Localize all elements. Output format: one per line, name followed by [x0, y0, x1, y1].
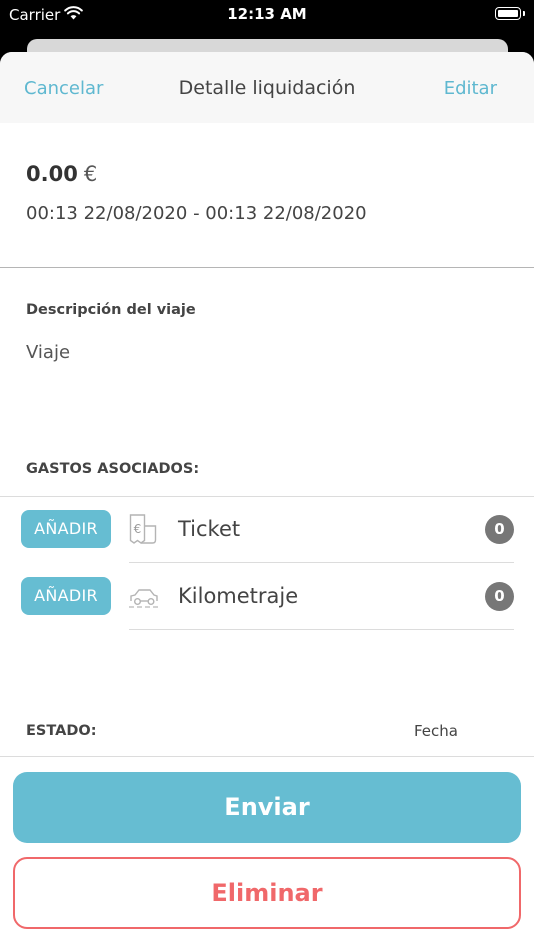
mileage-label[interactable]: Kilometraje — [178, 584, 298, 608]
amount-value: 0.00 — [26, 162, 78, 186]
row-divider — [129, 629, 514, 630]
detail-sheet: Cancelar Detalle liquidación Editar 0.00… — [0, 52, 534, 950]
battery-icon — [495, 7, 521, 20]
section-divider — [0, 267, 534, 268]
date-column-label: Fecha — [414, 722, 458, 740]
edit-button[interactable]: Editar — [444, 78, 497, 99]
amount-display: 0.00 € — [26, 162, 97, 186]
row-divider — [129, 562, 514, 563]
clock: 12:13 AM — [227, 5, 307, 23]
battery-tip — [523, 11, 525, 16]
date-range: 00:13 22/08/2020 - 00:13 22/08/2020 — [26, 203, 367, 224]
ticket-euro-icon: € — [129, 514, 157, 544]
status-label: ESTADO: — [26, 723, 97, 739]
status-divider — [0, 756, 534, 757]
add-mileage-button[interactable]: AÑADIR — [21, 577, 111, 615]
status-bar: Carrier 12:13 AM — [0, 0, 534, 30]
svg-text:€: € — [134, 522, 142, 536]
expenses-divider — [0, 496, 534, 497]
add-ticket-button[interactable]: AÑADIR — [21, 510, 111, 548]
car-icon — [129, 589, 158, 608]
description-value: Viaje — [26, 342, 71, 363]
mileage-count-badge: 0 — [485, 582, 514, 611]
ticket-count-badge: 0 — [485, 515, 514, 544]
expense-row-mileage: AÑADIR Kilometraje 0 — [0, 577, 534, 644]
expense-row-ticket: AÑADIR € Ticket 0 — [0, 510, 534, 577]
ticket-label[interactable]: Ticket — [178, 517, 240, 541]
expenses-label: GASTOS ASOCIADOS: — [26, 461, 200, 477]
currency-symbol: € — [83, 162, 98, 186]
delete-button[interactable]: Eliminar — [13, 857, 521, 929]
description-label: Descripción del viaje — [26, 302, 196, 318]
navigation-bar: Cancelar Detalle liquidación Editar — [0, 52, 534, 123]
send-button[interactable]: Enviar — [13, 772, 521, 843]
